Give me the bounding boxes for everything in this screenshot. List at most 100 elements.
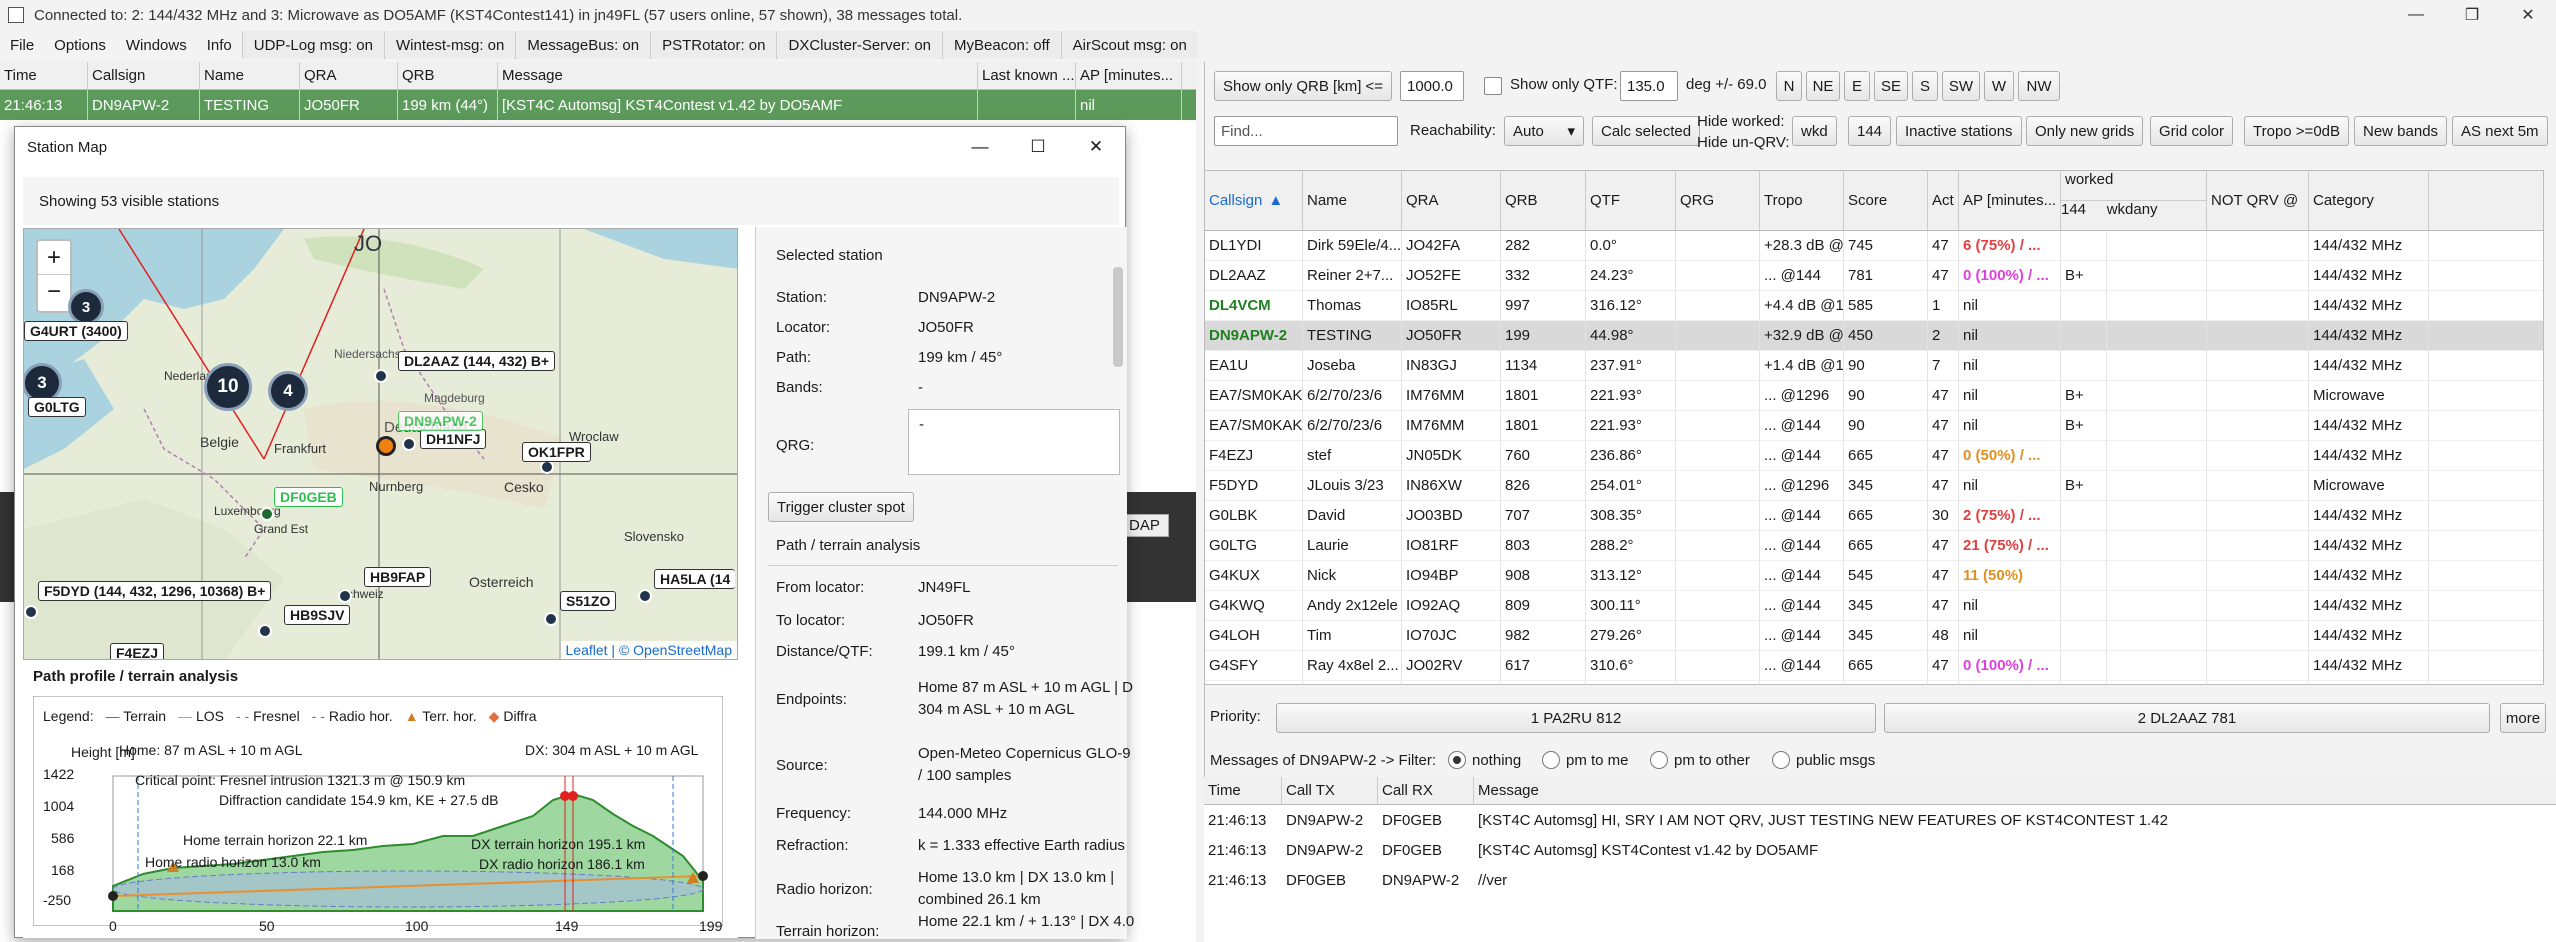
col-call-rx[interactable]: Call RX xyxy=(1378,777,1474,804)
col-tropo[interactable]: Tropo xyxy=(1760,171,1844,230)
station-marker[interactable] xyxy=(260,507,274,521)
station-marker[interactable] xyxy=(374,369,388,383)
station-marker[interactable] xyxy=(540,460,554,474)
col-name[interactable]: Name xyxy=(1303,171,1402,230)
calc-selected-button[interactable]: Calc selected xyxy=(1592,116,1701,146)
station-label[interactable]: F5DYD (144, 432, 1296, 10368) B+ xyxy=(38,581,272,601)
priority-2-button[interactable]: 2 DL2AAZ 781 xyxy=(1884,703,2490,733)
col-message[interactable]: Message xyxy=(498,62,978,89)
station-marker[interactable] xyxy=(402,437,416,451)
col-ap[interactable]: AP [minutes... xyxy=(1959,171,2061,230)
menu-windows[interactable]: Windows xyxy=(116,30,197,60)
table-row[interactable]: G4LOH Tim IO70JC 982 279.26° ... @144 345 48 nil… xyxy=(1205,621,2543,651)
new-bands-button[interactable]: New bands xyxy=(2354,116,2448,146)
table-row[interactable]: DL2AAZ Reiner 2+7... JO52FE 332 24.23° ... @1… xyxy=(1205,261,2543,291)
dir-nw-button[interactable]: NW xyxy=(2018,71,2060,101)
only-new-grids-button[interactable]: Only new grids xyxy=(2026,116,2144,146)
col-qrg[interactable]: QRG xyxy=(1676,171,1760,230)
table-row[interactable]: F4EZJ stef JN05DK 760 236.86° ... @144 665 47 0 … xyxy=(1205,441,2543,471)
reachability-select[interactable]: Auto ▾ xyxy=(1504,116,1584,146)
dir-w-button[interactable]: W xyxy=(1984,71,2014,101)
message-row[interactable]: 21:46:13 DN9APW-2 DF0GEB [KST4C Automsg] KS… xyxy=(1204,835,2556,865)
close-icon[interactable]: ✕ xyxy=(2500,0,2556,30)
qtf-input[interactable]: 135.0 xyxy=(1620,71,1678,101)
station-label[interactable]: HB9SJV xyxy=(284,605,351,625)
band-144-button[interactable]: 144 xyxy=(1848,116,1892,146)
table-row[interactable]: G4KWQ Andy 2x12ele IO92AQ 809 300.11° ... @14… xyxy=(1205,591,2543,621)
qrb-input[interactable]: 1000.0 xyxy=(1400,71,1464,101)
table-row[interactable]: DN9APW-2 TESTING JO50FR 199 44.98° +32.9 dB @… xyxy=(1205,321,2543,351)
priority-1-button[interactable]: 1 PA2RU 812 xyxy=(1276,703,1876,733)
table-row[interactable]: DL4VCMThomasIO85RL997316.12° +4.4 dB @144… xyxy=(1205,291,2543,321)
station-marker[interactable] xyxy=(258,624,272,638)
radio-nothing[interactable] xyxy=(1448,751,1466,769)
station-marker[interactable] xyxy=(638,589,652,603)
radio-pm-to-me[interactable] xyxy=(1542,751,1560,769)
inactive-stations-button[interactable]: Inactive stations xyxy=(1896,116,2022,146)
table-row[interactable]: F5DYD JLouis 3/23 IN86XW 826 254.01° ... @129… xyxy=(1205,471,2543,501)
status-wintest[interactable]: Wintest-msg: on xyxy=(383,31,516,59)
table-row[interactable]: DL1YDI Dirk 59Ele/4... JO42FA 282 0.0° +28.3 … xyxy=(1205,231,2543,261)
table-row[interactable]: EA1UJosebaIN83GJ1134237.91° +1.4 dB @1449… xyxy=(1205,351,2543,381)
dir-s-button[interactable]: S xyxy=(1912,71,1938,101)
dir-e-button[interactable]: E xyxy=(1844,71,1870,101)
menu-options[interactable]: Options xyxy=(44,30,116,60)
status-pstrotator[interactable]: PSTRotator: on xyxy=(650,31,777,59)
grid-color-button[interactable]: Grid color xyxy=(2150,116,2234,146)
station-marker[interactable] xyxy=(24,605,38,619)
station-label[interactable]: HB9FAP xyxy=(364,567,432,587)
zoom-in-button[interactable]: + xyxy=(38,241,70,275)
cluster-marker[interactable]: 10 xyxy=(204,363,252,411)
table-row[interactable]: G4SFY Ray 4x8el 2... JO02RV 617 310.6° ... @1… xyxy=(1205,651,2543,681)
col-message[interactable]: Message xyxy=(1474,777,2554,804)
station-label[interactable]: OK1FPR xyxy=(522,442,591,462)
table-row[interactable]: EA7/SM0KAK 6/2/70/23/6 IM76MM 1801 221.93°..… xyxy=(1205,411,2543,441)
maximize-icon[interactable]: ☐ xyxy=(1009,127,1067,167)
col-time[interactable]: Time xyxy=(0,62,88,89)
scrollbar-thumb[interactable] xyxy=(1113,267,1123,367)
col-worked-144[interactable]: 144 xyxy=(2061,201,2107,230)
radio-pm-to-other[interactable] xyxy=(1650,751,1668,769)
station-label[interactable]: F4EZJ xyxy=(110,643,165,659)
station-map[interactable]: JO Niedersachsen Magdeburg Belgie Frankf… xyxy=(23,228,738,660)
col-qrb[interactable]: QRB xyxy=(398,62,498,89)
col-name[interactable]: Name xyxy=(200,62,300,89)
col-not-qrv[interactable]: NOT QRV @ xyxy=(2207,171,2309,230)
minimize-icon[interactable]: — xyxy=(2388,0,2444,30)
dir-ne-button[interactable]: NE xyxy=(1806,71,1840,101)
qrg-textarea[interactable]: - xyxy=(908,409,1120,475)
col-act[interactable]: Act xyxy=(1928,171,1959,230)
status-dxcluster[interactable]: DXCluster-Server: on xyxy=(776,31,943,59)
station-marker[interactable] xyxy=(338,589,352,603)
restore-icon[interactable]: ❐ xyxy=(2444,0,2500,30)
col-worked[interactable]: worked 144 wkdany xyxy=(2061,171,2207,230)
station-label[interactable]: DL2AAZ (144, 432) B+ xyxy=(398,351,556,371)
station-label[interactable]: G4URT (3400) xyxy=(24,321,128,341)
col-category[interactable]: Category xyxy=(2309,171,2429,230)
cluster-marker[interactable]: 3 xyxy=(68,289,104,325)
find-input[interactable]: Find... xyxy=(1214,116,1398,146)
menu-info[interactable]: Info xyxy=(197,30,242,60)
station-label[interactable]: HA5LA (14 xyxy=(654,569,736,589)
col-worked-any[interactable]: wkdany xyxy=(2107,201,2206,230)
trigger-cluster-spot-button[interactable]: Trigger cluster spot xyxy=(768,492,914,522)
wkd-button[interactable]: wkd xyxy=(1792,116,1837,146)
col-ap[interactable]: AP [minutes... xyxy=(1076,62,1182,89)
as-next-button[interactable]: AS next 5m xyxy=(2452,116,2548,146)
station-label[interactable]: DN9APW-2 xyxy=(398,411,483,431)
dir-sw-button[interactable]: SW xyxy=(1942,71,1980,101)
col-qra[interactable]: QRA xyxy=(1402,171,1501,230)
more-button[interactable]: more xyxy=(2500,703,2546,733)
col-callsign[interactable]: Callsign ▲ xyxy=(1205,171,1303,230)
bg-button-dap[interactable]: DAP xyxy=(1120,514,1169,537)
message-row[interactable]: 21:46:13 DF0GEB DN9APW-2 //ver xyxy=(1204,865,2556,895)
col-qtf[interactable]: QTF xyxy=(1586,171,1676,230)
dir-n-button[interactable]: N xyxy=(1776,71,1802,101)
station-label[interactable]: S51ZO xyxy=(560,591,617,611)
col-time[interactable]: Time xyxy=(1204,777,1282,804)
dir-se-button[interactable]: SE xyxy=(1874,71,1908,101)
station-label[interactable]: DH1NFJ xyxy=(420,429,487,449)
table-row[interactable]: G4URTPeter2m 4*...IO82PU863300.02° +7.6 d… xyxy=(1205,681,2543,684)
cluster-marker[interactable]: 4 xyxy=(268,371,308,411)
col-last-known[interactable]: Last known ... xyxy=(978,62,1076,89)
